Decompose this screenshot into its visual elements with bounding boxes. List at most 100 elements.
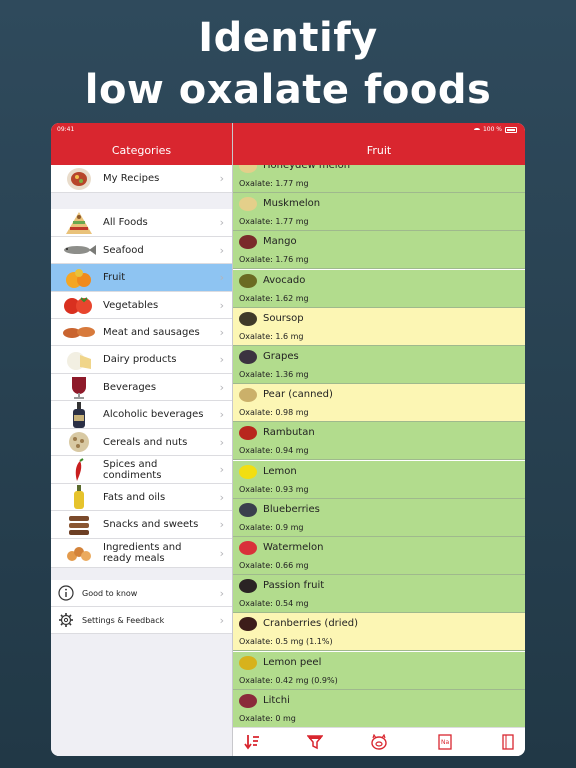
- category-all-foods[interactable]: All Foods ›: [51, 209, 232, 237]
- category-alcoholic-beverages[interactable]: Alcoholic beverages ›: [51, 401, 232, 429]
- chevron-right-icon: ›: [219, 380, 224, 394]
- food-row[interactable]: Mango Oxalate: 1.76 mg: [233, 231, 525, 270]
- food-row[interactable]: Lemon Oxalate: 0.93 mg: [233, 460, 525, 499]
- lemon-icon: [237, 464, 259, 480]
- oil-bottle-icon: [61, 485, 97, 509]
- food-row[interactable]: Lemon peel Oxalate: 0.42 mg (0.9%): [233, 651, 525, 690]
- food-name: Muskmelon: [263, 198, 321, 210]
- oxalate-value: Oxalate: 0 mg: [239, 713, 296, 723]
- settings-feedback-label: Settings & Feedback: [82, 615, 165, 625]
- oxalate-value: Oxalate: 1.76 mg: [239, 255, 309, 265]
- food-name: Lemon: [263, 465, 297, 477]
- chevron-right-icon: ›: [219, 546, 224, 560]
- settings-feedback-row[interactable]: Settings & Feedback ›: [51, 607, 232, 634]
- cookie-icon: [61, 514, 97, 536]
- category-vegetables[interactable]: Vegetables ›: [51, 292, 232, 319]
- food-row[interactable]: Rambutan Oxalate: 0.94 mg: [233, 422, 525, 461]
- category-label: Spices and condiments: [103, 458, 162, 481]
- chevron-right-icon: ›: [219, 613, 224, 627]
- gear-icon: [57, 612, 75, 628]
- oxalate-value: Oxalate: 0.54 mg: [239, 599, 309, 609]
- food-name: Rambutan: [263, 427, 315, 439]
- category-snacks[interactable]: Snacks and sweets ›: [51, 511, 232, 539]
- status-indicators: 100 %: [473, 123, 517, 136]
- bottle-icon: [61, 401, 97, 428]
- chevron-right-icon: ›: [219, 325, 224, 339]
- fruit-title: Fruit: [366, 144, 392, 157]
- category-label: My Recipes: [103, 173, 160, 184]
- sort-icon[interactable]: [243, 734, 261, 750]
- category-label: Alcoholic beverages: [103, 409, 204, 420]
- status-time: 09:41: [57, 126, 75, 133]
- chevron-right-icon: ›: [219, 243, 224, 257]
- chevron-right-icon: ›: [219, 490, 224, 504]
- category-label: Cereals and nuts: [103, 436, 188, 448]
- watermelon-icon: [237, 540, 259, 556]
- food-row[interactable]: Blueberries Oxalate: 0.9 mg: [233, 498, 525, 537]
- food-row[interactable]: Litchi Oxalate: 0 mg: [233, 689, 525, 727]
- food-row[interactable]: Grapes Oxalate: 1.36 mg: [233, 346, 525, 384]
- food-name: Lemon peel: [263, 656, 322, 668]
- notebook-icon[interactable]: [499, 734, 517, 750]
- pig-icon[interactable]: [370, 734, 388, 750]
- category-label: Vegetables: [103, 299, 159, 311]
- oxalate-value: Oxalate: 1.77 mg: [239, 179, 309, 188]
- oxalate-value: Oxalate: 1.36 mg: [239, 370, 309, 379]
- chevron-right-icon: ›: [219, 463, 224, 476]
- oxalate-value: Oxalate: 1.77 mg: [239, 217, 309, 227]
- oxalate-value: Oxalate: 0.93 mg: [239, 484, 309, 494]
- oxalate-value: Oxalate: 0.98 mg: [239, 408, 309, 418]
- tomato-icon: [61, 295, 97, 315]
- categories-title: Categories: [111, 144, 172, 157]
- chevron-right-icon: ›: [219, 586, 224, 600]
- category-beverages[interactable]: Beverages ›: [51, 374, 232, 401]
- category-seafood[interactable]: Seafood ›: [51, 237, 232, 264]
- food-row[interactable]: Soursop Oxalate: 1.6 mg: [233, 307, 525, 346]
- info-icon: [57, 585, 75, 601]
- food-list[interactable]: Honeydew melon Oxalate: 1.77 mg Muskmelon O…: [233, 165, 525, 727]
- wine-glass-icon: [61, 375, 97, 399]
- food-name: Grapes: [263, 351, 299, 362]
- food-name: Honeydew melon: [263, 165, 351, 171]
- headline-line-2: low oxalate foods: [84, 67, 492, 113]
- category-label: Fruit: [103, 272, 126, 283]
- food-name: Watermelon: [263, 542, 324, 553]
- filter-icon[interactable]: [306, 734, 324, 750]
- food-name: Soursop: [263, 312, 304, 324]
- category-cereals[interactable]: Cereals and nuts ›: [51, 429, 232, 456]
- litchi-icon: [237, 693, 259, 709]
- passion-fruit-icon: [237, 578, 259, 594]
- headline-line-1: Identify: [198, 15, 378, 61]
- category-spices[interactable]: Spices and condiments ›: [51, 456, 232, 484]
- ingredients-icon: [61, 543, 97, 563]
- cheese-icon: [61, 349, 97, 371]
- battery-icon: [505, 126, 517, 133]
- fruit-icon: [61, 267, 97, 289]
- good-to-know-row[interactable]: Good to know ›: [51, 580, 232, 607]
- chevron-right-icon: ›: [219, 172, 224, 185]
- food-row[interactable]: Passion fruit Oxalate: 0.54 mg: [233, 575, 525, 614]
- food-row[interactable]: Muskmelon Oxalate: 1.77 mg: [233, 193, 525, 232]
- food-row[interactable]: Cranberries (dried) Oxalate: 0.5 mg (1.1%…: [233, 613, 525, 652]
- chevron-right-icon: ›: [219, 353, 224, 366]
- food-pyramid-icon: [61, 211, 97, 235]
- melon-icon: [237, 196, 259, 212]
- category-ingredients[interactable]: Ingredients and ready meals ›: [51, 539, 232, 568]
- oxalate-value: Oxalate: 0.94 mg: [239, 446, 309, 456]
- category-fats[interactable]: Fats and oils ›: [51, 484, 232, 511]
- category-label: Dairy products: [103, 354, 177, 365]
- food-name: Pear (canned): [263, 389, 333, 401]
- category-label: Seafood: [103, 244, 144, 256]
- headline: Identify low oxalate foods: [0, 12, 576, 116]
- category-fruit[interactable]: Fruit ›: [51, 264, 232, 292]
- category-my-recipes[interactable]: My Recipes ›: [51, 165, 232, 193]
- nutrition-label-icon[interactable]: Na: [436, 734, 454, 750]
- category-dairy[interactable]: Dairy products ›: [51, 346, 232, 374]
- melon-icon: [237, 165, 259, 174]
- food-row[interactable]: Avocado Oxalate: 1.62 mg: [233, 269, 525, 308]
- food-row[interactable]: Honeydew melon Oxalate: 1.77 mg: [233, 165, 525, 193]
- food-row[interactable]: Watermelon Oxalate: 0.66 mg: [233, 537, 525, 575]
- category-meat[interactable]: Meat and sausages ›: [51, 319, 232, 346]
- food-row[interactable]: Pear (canned) Oxalate: 0.98 mg: [233, 384, 525, 423]
- mango-icon: [237, 234, 259, 250]
